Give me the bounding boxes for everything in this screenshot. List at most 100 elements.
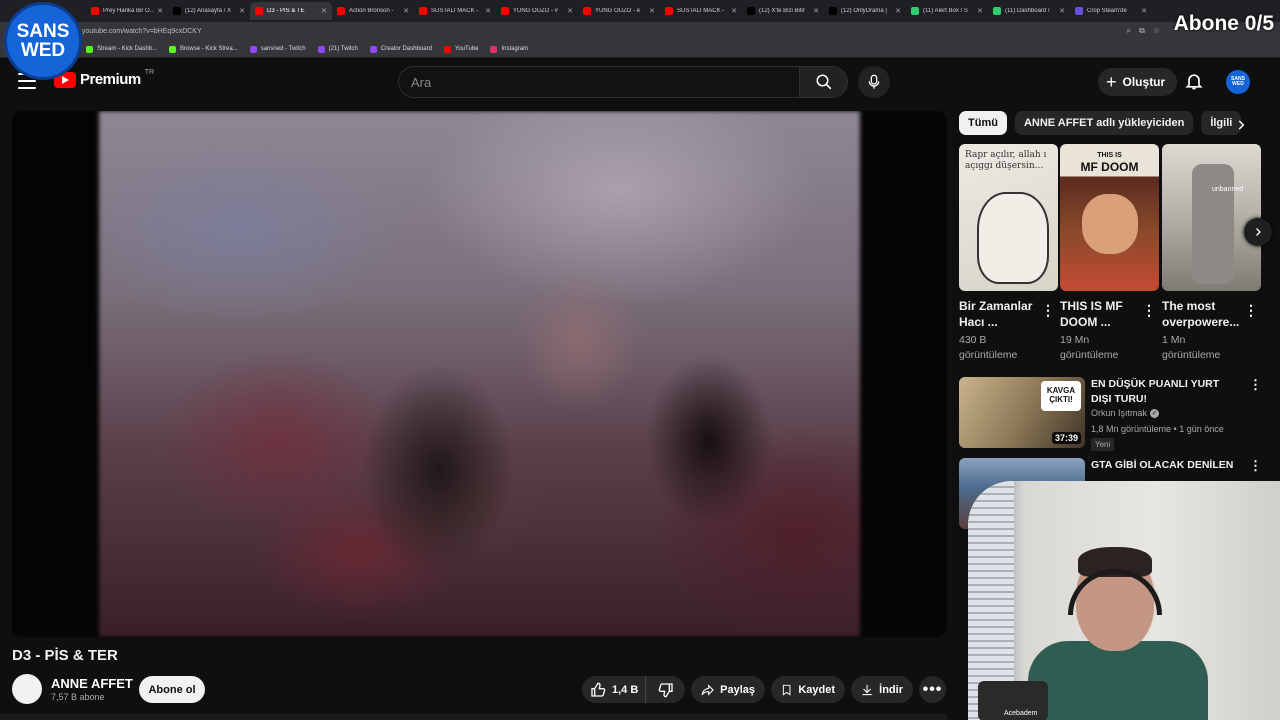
bookmark-label: YouTube <box>454 46 479 52</box>
video-duration: 37:39 <box>1051 432 1081 444</box>
shelf-title[interactable]: The most overpowere... <box>1162 298 1240 330</box>
browser-tab[interactable]: (12) OnlyDrama | ✕ <box>824 2 906 20</box>
install-icon[interactable]: ⧉ <box>1139 26 1145 36</box>
close-icon[interactable]: ✕ <box>567 7 573 15</box>
close-icon[interactable]: ✕ <box>403 7 409 15</box>
shelf-title[interactable]: Bir Zamanlar Hacı ... <box>959 298 1037 330</box>
browser-tab[interactable]: Action Bronson - ✕ <box>332 2 414 20</box>
tab-favicon-icon <box>583 7 591 15</box>
address-bar[interactable]: youtube.com/watch?v=bHEq9cxDCKY ⌕ ⧉ ☆ <box>0 22 1280 41</box>
close-icon[interactable]: ✕ <box>895 7 901 15</box>
views-count: 430 B <box>959 334 987 346</box>
tab-favicon-icon <box>501 7 509 15</box>
chip-from-uploader[interactable]: ANNE AFFET adlı yükleyiciden <box>1014 111 1194 135</box>
browser-tab[interactable]: (12) Anasayfa / X ✕ <box>168 2 250 20</box>
share-button[interactable]: Paylaş <box>691 676 765 703</box>
recommendation-item[interactable]: KAVGA ÇIKTI! 37:39 EN DÜŞÜK PUANLI YURT … <box>959 377 1262 455</box>
address-url[interactable]: youtube.com/watch?v=bHEq9cxDCKY <box>82 28 202 35</box>
close-icon[interactable]: ✕ <box>813 7 819 15</box>
more-vertical-icon[interactable]: ⋮ <box>1041 302 1055 319</box>
bookmark-item[interactable]: sansned - Twitch <box>249 45 306 53</box>
tab-title: (11) Alert Box / S <box>923 8 968 14</box>
channel-name[interactable]: ANNE AFFET <box>51 676 133 691</box>
search-icon <box>816 74 831 90</box>
create-button[interactable]: + Oluştur <box>1098 68 1178 96</box>
chip-all[interactable]: Tümü <box>959 111 1007 135</box>
close-icon[interactable]: ✕ <box>977 7 983 15</box>
notifications-button[interactable] <box>1184 71 1204 96</box>
close-icon[interactable]: ✕ <box>1059 7 1065 15</box>
bookmark-item[interactable]: Browse - Kick Strea... <box>169 45 238 53</box>
more-vertical-icon[interactable]: ⋮ <box>1249 377 1262 393</box>
shelf-item[interactable]: THIS IS MF DOOM THIS IS MF DOOM ... 19 M… <box>1060 144 1159 361</box>
browser-tab[interactable]: Crop Steam'de ✕ <box>1070 2 1152 20</box>
shelf-title[interactable]: THIS IS MF DOOM ... <box>1060 298 1138 330</box>
bookmark-item[interactable]: Stream - Kick Dashb... <box>86 45 158 53</box>
shelf-next-button[interactable] <box>1244 218 1272 246</box>
bookmark-favicon-icon <box>443 45 451 53</box>
close-icon[interactable]: ✕ <box>485 7 491 15</box>
dislike-button[interactable] <box>646 676 685 703</box>
browser-tab[interactable]: SUSTALI MACK - ✕ <box>414 2 496 20</box>
browser-tab[interactable]: YUNG OUZO - e ✕ <box>578 2 660 20</box>
download-button[interactable]: İndir <box>851 676 913 703</box>
shelf-item[interactable]: unbanned The most overpowere... 1 Mn görü… <box>1162 144 1261 361</box>
more-vertical-icon[interactable]: ⋮ <box>1142 302 1156 319</box>
search-box[interactable] <box>398 66 800 98</box>
stream-logo-line1: SANS <box>16 21 70 42</box>
recommendation-thumbnail[interactable]: KAVGA ÇIKTI! 37:39 <box>959 377 1085 448</box>
voice-search-button[interactable] <box>858 66 890 98</box>
bookmark-favicon-icon <box>86 45 93 53</box>
browser-tab[interactable]: (12) X'te Bizi Bitir ✕ <box>742 2 824 20</box>
shelf-thumbnail[interactable]: Rapr açılır, allah ı açıggı düşersin... <box>959 144 1058 291</box>
chips-next-button[interactable] <box>1234 118 1248 137</box>
logo-country-code: TR <box>144 69 155 76</box>
bookmark-item[interactable]: Instagram <box>490 45 528 53</box>
more-actions-button[interactable]: ••• <box>919 676 946 703</box>
browser-tab[interactable]: (11) Alert Box / S ✕ <box>906 2 988 20</box>
close-icon[interactable]: ✕ <box>731 7 737 15</box>
bookmark-label: Stream - Kick Dashb... <box>97 46 158 52</box>
recommendation-title[interactable]: EN DÜŞÜK PUANLI YURT DIŞI TURU! <box>1091 377 1241 407</box>
tab-favicon-icon <box>911 7 919 15</box>
channel-avatar[interactable] <box>12 674 42 704</box>
shelf-thumbnail[interactable]: THIS IS MF DOOM <box>1060 144 1159 291</box>
browser-tab[interactable]: SUSTALI MACK - ✕ <box>660 2 742 20</box>
like-button[interactable]: 1,4 B <box>582 676 646 703</box>
recommendation-title[interactable]: GTA GİBİ OLACAK DENİLEN <box>1091 458 1241 473</box>
chevron-right-icon <box>1256 228 1261 236</box>
browser-tab[interactable]: (11) Dashboard / ✕ <box>988 2 1070 20</box>
close-icon[interactable]: ✕ <box>321 7 327 15</box>
video-frame[interactable] <box>99 111 860 637</box>
close-icon[interactable]: ✕ <box>239 7 245 15</box>
search-button[interactable] <box>800 66 848 98</box>
download-label: İndir <box>879 683 903 696</box>
thumbnail-illustration <box>977 192 1049 284</box>
bookmark-star-icon[interactable]: ☆ <box>1153 26 1160 36</box>
more-vertical-icon[interactable]: ⋮ <box>1249 458 1262 474</box>
thumbs-down-icon <box>658 682 673 697</box>
close-icon[interactable]: ✕ <box>157 7 163 15</box>
browser-tab[interactable]: YUNG OUZO - # ✕ <box>496 2 578 20</box>
search-input[interactable] <box>411 74 799 90</box>
tab-title: (12) OnlyDrama | <box>841 8 887 14</box>
bookmark-item[interactable]: YouTube <box>443 45 479 53</box>
recommendation-channel[interactable]: Orkun Işıtmak ✓ <box>1091 408 1160 418</box>
video-player[interactable] <box>12 111 947 637</box>
close-icon[interactable]: ✕ <box>649 7 655 15</box>
browser-tab[interactable]: D3 - PİS & TE ✕ <box>250 2 332 20</box>
subscribe-button[interactable]: Abone ol <box>139 676 205 703</box>
bookmark-item[interactable]: Creator Dashboard <box>369 45 432 53</box>
account-avatar[interactable]: SANS WED <box>1226 70 1250 94</box>
shelf-thumbnail[interactable]: unbanned <box>1162 144 1261 291</box>
save-button[interactable]: Kaydet <box>771 676 845 703</box>
close-icon[interactable]: ✕ <box>1141 7 1147 15</box>
shelf-item[interactable]: Rapr açılır, allah ı açıggı düşersin... … <box>959 144 1058 361</box>
more-vertical-icon[interactable]: ⋮ <box>1244 302 1258 319</box>
youtube-premium-logo[interactable]: Premium TR <box>54 69 155 88</box>
zoom-icon[interactable]: ⌕ <box>1127 26 1131 36</box>
tab-favicon-icon <box>419 7 427 15</box>
browser-tab[interactable]: Prey Harika Bir O... ✕ <box>86 2 168 20</box>
bookmark-item[interactable]: (21) Twitch <box>317 45 358 53</box>
bookmarks-bar: Stream - Kick Dashb... Browse - Kick Stre… <box>0 41 1280 58</box>
